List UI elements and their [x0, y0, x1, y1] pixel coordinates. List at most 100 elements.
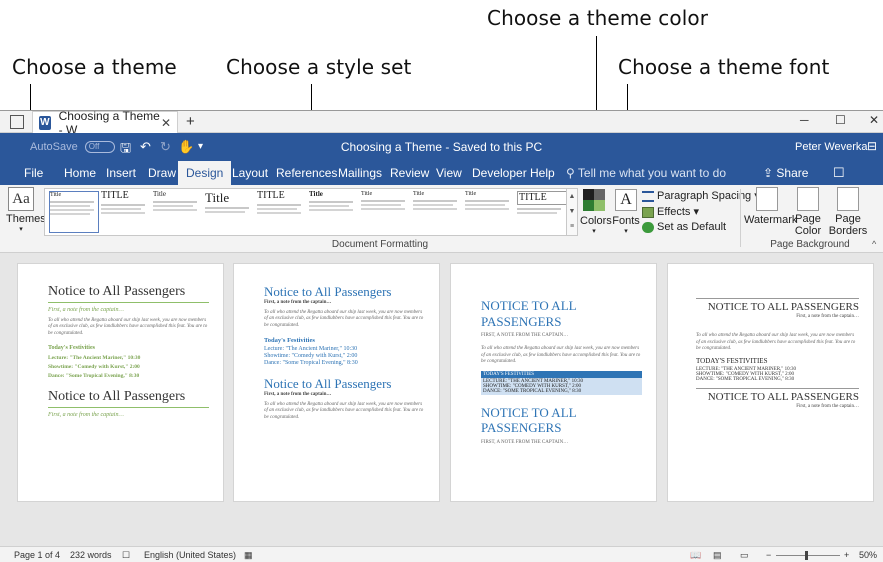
tab-home[interactable]: Home: [62, 161, 98, 185]
style-set-title: Title: [413, 191, 425, 197]
color-swatch: [583, 200, 594, 211]
tab-draw[interactable]: Draw: [146, 161, 178, 185]
fonts-label: Fonts: [612, 215, 640, 227]
style-set-item[interactable]: TITLE: [257, 191, 307, 233]
page-title-2: Notice to All Passengers: [264, 376, 392, 391]
list-item: Lecture: "The Ancient Mariner," 10:30: [264, 346, 358, 352]
tab-bar: W Choosing a Theme - W ✕ + ─ ☐ ✕: [0, 109, 883, 137]
tab-references[interactable]: References: [274, 161, 339, 185]
tab-file[interactable]: File: [22, 161, 45, 185]
page-count[interactable]: Page 1 of 4: [14, 550, 60, 560]
share-button[interactable]: ⇪ Share: [763, 166, 808, 180]
tab-mailings[interactable]: Mailings: [336, 161, 384, 185]
page-color-button[interactable]: Page Color: [790, 187, 826, 237]
task-view-icon[interactable]: [10, 115, 24, 129]
page-borders-button[interactable]: Page Borders: [826, 187, 870, 237]
close-tab-icon[interactable]: ✕: [161, 116, 171, 130]
colors-swatch-icon: [583, 189, 605, 211]
language[interactable]: English (United States): [144, 550, 236, 560]
page-borders-icon: [837, 187, 859, 211]
page-subtitle-2: First, a note from the captain…: [48, 412, 124, 419]
zoom-slider[interactable]: [776, 555, 840, 556]
zoom-out-icon[interactable]: −: [766, 550, 771, 560]
page-4[interactable]: NOTICE TO ALL PASSENGERS First, a note f…: [667, 263, 874, 502]
tab-review[interactable]: Review: [388, 161, 431, 185]
style-set-item[interactable]: Title: [153, 191, 203, 233]
design-ribbon: Aa Themes ▾ Title TITLE Title Title TITL…: [0, 185, 883, 253]
list-item: Showtime: "Comedy with Kurst," 2:00: [48, 364, 140, 371]
page-body-2: To all who attend the Regatta aboard our…: [264, 401, 424, 420]
paragraph-spacing-button[interactable]: Paragraph Spacing ▾: [642, 189, 760, 202]
style-set-title: Title: [309, 191, 323, 198]
close-window-icon[interactable]: ✕: [869, 113, 879, 127]
page-title-2: NOTICE TO ALL PASSENGERS: [481, 404, 577, 436]
list-item: DANCE: "SOME TROPICAL EVENING," 8:30: [696, 376, 795, 382]
gallery-more-icon[interactable]: ▲ ▼ ≡: [566, 188, 578, 236]
word-count[interactable]: 232 words: [70, 550, 112, 560]
zoom-in-icon[interactable]: +: [844, 550, 849, 560]
page-subtitle-2: First, a note from the captain…: [796, 403, 859, 409]
macro-icon[interactable]: ▦: [244, 550, 253, 561]
style-set-item[interactable]: Title: [309, 191, 359, 233]
watermark-button[interactable]: Watermark: [744, 187, 797, 226]
page-subtitle: First, a note from the captain…: [48, 307, 124, 313]
page-title: NOTICE TO ALL PASSENGERS: [481, 298, 577, 329]
style-set-item[interactable]: Title: [361, 191, 411, 233]
themes-button[interactable]: Aa Themes ▾: [6, 187, 46, 233]
themes-dropdown-icon: ▾: [19, 226, 23, 233]
page-subtitle: FIRST, A NOTE FROM THE CAPTAIN…: [481, 333, 569, 339]
style-set-item[interactable]: Title: [49, 191, 99, 233]
minimize-icon[interactable]: ─: [800, 113, 809, 127]
maximize-icon[interactable]: ☐: [835, 113, 846, 127]
proofing-icon[interactable]: ☐: [122, 550, 130, 561]
share-icon: ⇪: [763, 166, 774, 180]
page-2[interactable]: Notice to All Passengers First, a note f…: [233, 263, 440, 502]
fonts-dropdown-icon: ▾: [624, 228, 628, 235]
set-as-default-button[interactable]: Set as Default: [642, 221, 726, 233]
web-layout-icon[interactable]: ▭: [740, 550, 749, 561]
style-set-title: TITLE: [517, 191, 567, 205]
collapse-ribbon-icon[interactable]: ^: [872, 239, 876, 249]
effects-button[interactable]: Effects ▾: [642, 205, 699, 218]
tell-me-search[interactable]: ⚲ Tell me what you want to do: [566, 166, 726, 180]
style-set-item[interactable]: TITLE: [101, 191, 151, 233]
tab-developer[interactable]: Developer: [470, 161, 529, 185]
ribbon-display-options-icon[interactable]: ⊟: [867, 139, 877, 153]
fonts-button[interactable]: A Fonts ▾: [612, 187, 640, 235]
comments-icon[interactable]: ☐: [833, 165, 845, 181]
style-set-item[interactable]: Title: [205, 191, 255, 233]
tab-layout[interactable]: Layout: [230, 161, 270, 185]
callout-style-set: Choose a style set: [226, 55, 412, 79]
tab-view[interactable]: View: [434, 161, 464, 185]
colors-dropdown-icon: ▾: [592, 228, 596, 235]
new-tab-icon[interactable]: +: [186, 113, 195, 130]
tab-design[interactable]: Design: [178, 161, 232, 185]
style-set-item[interactable]: TITLE: [517, 191, 567, 233]
page-1[interactable]: Notice to All Passengers First, a note f…: [17, 263, 224, 502]
zoom-level[interactable]: 50%: [859, 550, 877, 560]
page-subtitle: First, a note from the captain…: [796, 314, 859, 320]
style-set-title: Title: [361, 191, 373, 197]
page-body: To all who attend the Regatta aboard our…: [696, 333, 856, 352]
style-set-item[interactable]: Title: [413, 191, 463, 233]
style-set-item[interactable]: Title: [465, 191, 515, 233]
print-layout-icon[interactable]: ▤: [713, 550, 722, 561]
style-set-title: TITLE: [257, 191, 285, 201]
paragraph-spacing-icon: [642, 190, 654, 202]
colors-button[interactable]: Colors ▾: [580, 187, 612, 235]
read-mode-icon[interactable]: 📖: [690, 550, 701, 561]
document-pages-area: Notice to All Passengers First, a note f…: [0, 253, 883, 546]
tab-help[interactable]: Help: [528, 161, 557, 185]
color-swatch: [594, 200, 605, 211]
watermark-icon: [756, 187, 778, 211]
tab-insert[interactable]: Insert: [104, 161, 138, 185]
page-subtitle-2: First, a note from the captain…: [264, 392, 332, 397]
style-set-title: Title: [50, 192, 62, 198]
page-3[interactable]: NOTICE TO ALL PASSENGERS FIRST, A NOTE F…: [450, 263, 657, 502]
document-tab[interactable]: W Choosing a Theme - W ✕: [32, 109, 178, 137]
page-heading: TODAY'S FESTIVITIES: [481, 370, 642, 378]
zoom-slider-thumb[interactable]: [805, 551, 808, 560]
page-title-2: NOTICE TO ALL PASSENGERS: [696, 387, 859, 404]
user-name[interactable]: Peter Weverka: [795, 141, 868, 153]
page-title: Notice to All Passengers: [48, 284, 209, 303]
